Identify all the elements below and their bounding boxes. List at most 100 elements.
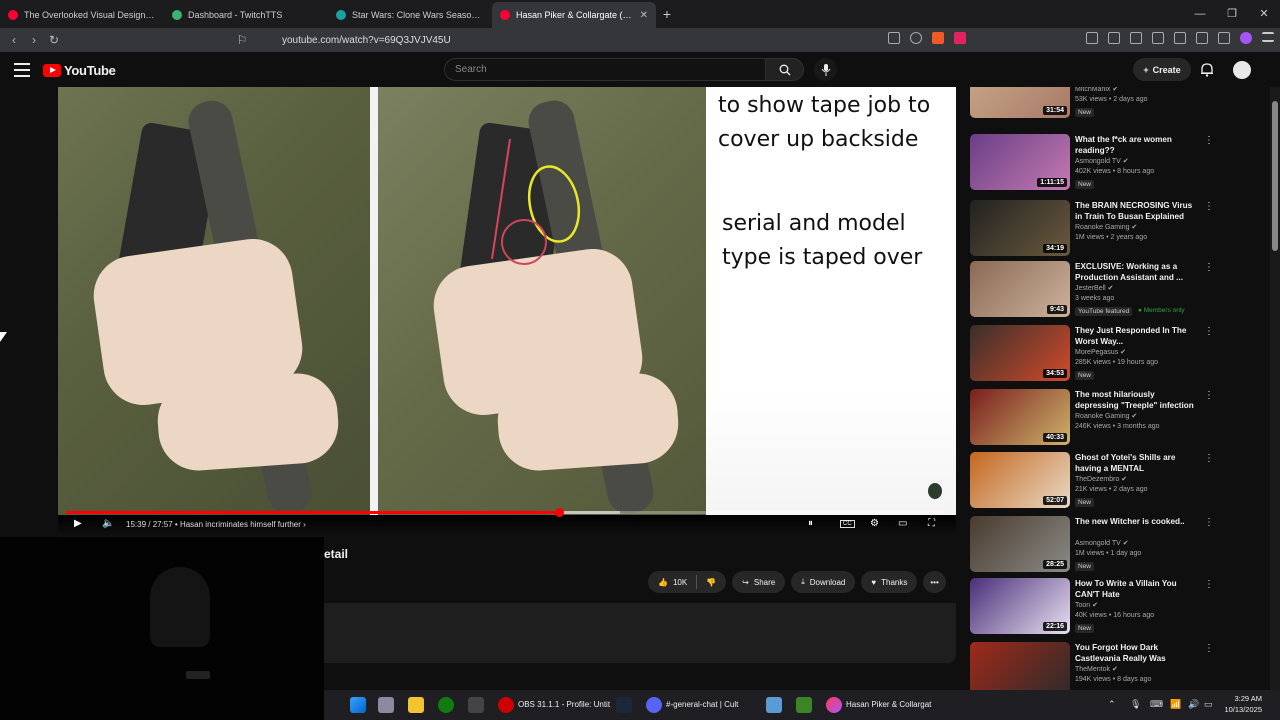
captions-icon[interactable]: CC [840, 520, 855, 528]
recommendation-item[interactable]: 34:19 The BRAIN NECROSING Virus in Train … [970, 200, 1220, 258]
new-tab-button[interactable]: + [656, 6, 678, 22]
brave-shield-icon[interactable] [932, 32, 944, 44]
more-options-icon[interactable]: ⋮ [1204, 644, 1214, 654]
thanks-button[interactable]: ♥ Thanks [861, 571, 918, 593]
browser-icon[interactable] [826, 697, 842, 713]
channel-name[interactable]: MorePegasus ✔ [1075, 348, 1126, 356]
recommendation-title[interactable]: They Just Responded In The Worst Way... [1075, 325, 1200, 347]
scrubber-handle[interactable] [554, 508, 564, 517]
browser-taskbar-label[interactable]: Hasan Piker & Collargat [846, 700, 931, 709]
share-button[interactable]: ↪ Share [732, 571, 786, 593]
recommendation-title[interactable]: Ghost of Yotei's Shills are having a MEN… [1075, 452, 1200, 474]
more-options-icon[interactable]: ⋮ [1204, 580, 1214, 590]
channel-name[interactable]: TheMentok ✔ [1075, 665, 1118, 673]
channel-name[interactable]: MitchManix ✔ [1075, 87, 1118, 93]
tray-mic-icon[interactable]: 🎙 [1130, 699, 1141, 710]
recommendation-item[interactable]: 1:11:15 What the f*ck are women reading??… [970, 134, 1220, 192]
recommendation-item[interactable]: 52:07 Ghost of Yotei's Shills are having … [970, 452, 1220, 510]
file-explorer-icon[interactable] [408, 697, 424, 713]
minecraft-icon[interactable] [796, 697, 812, 713]
wallet-icon[interactable] [1174, 32, 1186, 44]
browser-tab-active[interactable]: Hasan Piker & Collargate (Expla ✕ [492, 2, 656, 28]
theater-mode-icon[interactable]: ▭ [898, 518, 907, 529]
channel-name[interactable]: Roanoke Gaming ✔ [1075, 412, 1137, 420]
recommendation-item[interactable]: You Forgot How Dark Castlevania Really W… [970, 642, 1220, 690]
channel-name[interactable]: Asmongold TV ✔ [1075, 157, 1129, 165]
restore-icon[interactable]: ❐ [1216, 0, 1248, 28]
close-tab-icon[interactable]: ✕ [640, 10, 648, 21]
recommendation-item[interactable]: 28:25 The new Witcher is cooked.. Asmongol… [970, 516, 1220, 574]
forward-icon[interactable]: › [24, 33, 44, 47]
hamburger-menu-icon[interactable] [14, 63, 30, 77]
more-actions-button[interactable]: ••• [923, 571, 946, 593]
alert-icon[interactable] [954, 32, 966, 44]
recommendation-item[interactable]: 22:16 How To Write a Villain You CAN'T Ha… [970, 578, 1220, 636]
recommendation-item[interactable]: 34:53 They Just Responded In The Worst Wa… [970, 325, 1220, 383]
more-options-icon[interactable]: ⋮ [1204, 202, 1214, 212]
obs-icon[interactable] [498, 697, 514, 713]
thumbs-down-icon[interactable]: 👎 [706, 578, 716, 587]
tray-network-icon[interactable]: 📶 [1170, 699, 1181, 710]
recommendation-title[interactable]: The BRAIN NECROSING Virus in Train To Bu… [1075, 200, 1200, 222]
video-thumbnail[interactable]: 34:53 [970, 325, 1070, 381]
obs-taskbar-label[interactable]: OBS 31.1.1 - Profile: Untit [518, 700, 610, 709]
recommendation-item[interactable]: 31:54Companion Completely InsaneMitchMan… [970, 87, 1220, 120]
snipping-tool-icon[interactable] [378, 697, 394, 713]
system-clock[interactable]: 3:29 AM 10/13/2025 [1224, 693, 1262, 715]
tray-keyboard-icon[interactable]: ⌨ [1150, 699, 1163, 710]
create-button[interactable]: + Create [1133, 58, 1191, 81]
xbox-icon[interactable] [438, 697, 454, 713]
video-thumbnail[interactable]: 1:11:15 [970, 134, 1070, 190]
vpn-icon[interactable] [1218, 32, 1230, 44]
description-box[interactable] [324, 603, 956, 663]
video-player[interactable]: to show tape job to cover up backside se… [58, 87, 956, 537]
browser-tab[interactable]: Dashboard - TwitchTTS [164, 2, 328, 28]
video-thumbnail[interactable]: 40:33 [970, 389, 1070, 445]
progress-bar[interactable] [66, 508, 946, 517]
video-thumbnail[interactable]: 28:25 [970, 516, 1070, 572]
settings-gear-icon[interactable]: ⚙ [870, 518, 879, 529]
tray-volume-icon[interactable]: 🔊 [1188, 699, 1199, 710]
channel-watermark-icon[interactable] [928, 483, 942, 499]
cast-icon[interactable] [888, 32, 900, 44]
scrollbar-thumb[interactable] [1272, 101, 1278, 251]
more-options-icon[interactable]: ⋮ [1204, 327, 1214, 337]
browser-tab[interactable]: The Overlooked Visual Design of The [0, 2, 164, 28]
search-button[interactable] [766, 58, 804, 81]
start-windows-icon[interactable] [350, 697, 366, 713]
steam-icon[interactable] [616, 697, 632, 713]
recommendation-title[interactable]: EXCLUSIVE: Working as a Production Assis… [1075, 261, 1200, 283]
recommendation-title[interactable]: How To Write a Villain You CAN'T Hate [1075, 578, 1200, 600]
video-thumbnail[interactable]: 22:16 [970, 578, 1070, 634]
search-input[interactable]: Search [444, 58, 766, 81]
app-icon[interactable] [468, 697, 484, 713]
discord-taskbar-label[interactable]: #-general-chat | Cult [666, 700, 738, 709]
more-options-icon[interactable]: ⋮ [1204, 263, 1214, 273]
close-window-icon[interactable]: ✕ [1248, 0, 1280, 28]
menu-icon[interactable] [1262, 32, 1274, 42]
reload-icon[interactable]: ↻ [44, 33, 64, 47]
recommendation-item[interactable]: 9:43 EXCLUSIVE: Working as a Production A… [970, 261, 1220, 319]
more-options-icon[interactable]: ⋮ [1204, 391, 1214, 401]
video-thumbnail[interactable]: 52:07 [970, 452, 1070, 508]
voice-search-button[interactable] [814, 58, 837, 81]
thumbs-up-icon[interactable]: 👍 [658, 578, 668, 587]
fullscreen-icon[interactable]: ⛶ [928, 518, 935, 529]
profile-icon[interactable] [1240, 32, 1252, 44]
recommendation-title[interactable]: The new Witcher is cooked.. [1075, 516, 1200, 527]
puzzle-icon[interactable] [1196, 32, 1208, 44]
video-thumbnail[interactable]: 34:19 [970, 200, 1070, 256]
recommendation-item[interactable]: 40:33 The most hilariously depressing "Tr… [970, 389, 1220, 447]
bookmark-icon[interactable]: ⚐ [232, 33, 252, 47]
video-thumbnail[interactable] [970, 642, 1070, 690]
screenshot-icon[interactable] [1108, 32, 1120, 44]
video-thumbnail[interactable]: 9:43 [970, 261, 1070, 317]
channel-name[interactable]: TheDezembro ✔ [1075, 475, 1127, 483]
tray-battery-icon[interactable]: ▭ [1204, 699, 1213, 710]
video-thumbnail[interactable]: 31:54 [970, 87, 1070, 118]
browser-tab[interactable]: Star Wars: Clone Wars Season 1 Episo [328, 2, 492, 28]
volume-icon[interactable]: 🔈 [102, 518, 114, 529]
extension-icon[interactable] [1086, 32, 1098, 44]
page-scrollbar[interactable] [1270, 87, 1280, 690]
tray-chevron-icon[interactable]: ⌃ [1108, 699, 1116, 710]
